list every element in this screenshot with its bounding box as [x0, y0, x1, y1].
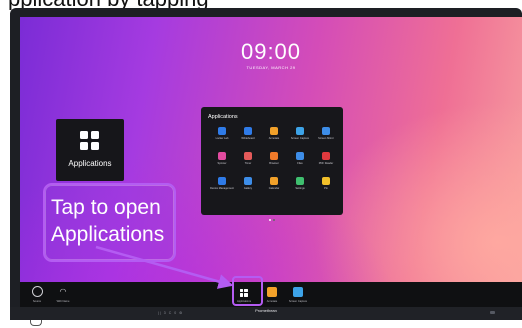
mirror-icon: [322, 127, 330, 135]
app-item-label: Spinner: [217, 162, 227, 165]
app-item-label: Settings: [295, 187, 305, 190]
app-item[interactable]: Screen Mirror: [313, 127, 339, 149]
display-bottom-bezel: || 3 C 0 ⚙ Promethean: [10, 307, 522, 324]
applications-panel-title: Applications: [208, 114, 238, 120]
app-item-label: PDF Reader: [318, 162, 334, 165]
callout-line-2: Applications: [51, 223, 165, 246]
spinner-icon: [218, 152, 226, 160]
applications-shortcut-label: Applications: [68, 159, 112, 168]
timer-icon: [244, 152, 252, 160]
stand-mark: [30, 320, 42, 326]
app-item-label: Whiteboard: [241, 137, 255, 140]
annotate-icon: [267, 287, 277, 297]
clock-date: TUESDAY, MARCH 29: [246, 65, 296, 70]
applications-panel: Applications Locker Lab Whiteboard Annotat…: [201, 107, 343, 221]
whiteboard-icon: [244, 127, 252, 135]
gallery-icon: [244, 177, 252, 185]
app-item-label: Pin: [324, 187, 328, 190]
app-item-label: Annotate: [268, 137, 280, 140]
page-footer: [0, 320, 522, 328]
taskbar-wifi-label: WiFi Name: [56, 300, 70, 303]
taskbar-annotate-button[interactable]: Annotate: [262, 285, 282, 305]
device-icon: [218, 177, 226, 185]
files-icon: [296, 152, 304, 160]
page-indicator[interactable]: [201, 208, 343, 226]
app-item-label: Gallery: [243, 187, 253, 190]
app-item-label: Files: [297, 162, 303, 165]
apps-grid-icon: [80, 131, 100, 151]
clock-time: 09:00: [240, 39, 302, 64]
app-item[interactable]: Annotate: [261, 127, 287, 149]
app-item[interactable]: Spinner: [209, 152, 235, 174]
taskbar-screen-capture-label: Screen Capture: [288, 300, 308, 303]
app-item-label: Locker Lab: [215, 137, 229, 140]
app-item[interactable]: Whiteboard: [235, 127, 261, 149]
app-item-label: Device Management: [210, 187, 234, 190]
applications-button-highlight: [232, 276, 263, 306]
capture-icon: [293, 287, 303, 297]
app-item-label: Screen Mirror: [318, 137, 334, 140]
home-screen: 09:00 TUESDAY, MARCH 29 Applications App…: [20, 17, 522, 282]
app-item[interactable]: Device Management: [209, 177, 235, 199]
app-item-label: Calendar: [268, 187, 280, 190]
app-item-label: Timer: [244, 162, 252, 165]
callout-line-1: Tap to open: [51, 196, 161, 219]
capture-icon: [296, 127, 304, 135]
app-item[interactable]: Screen Capture: [287, 127, 313, 149]
calendar-icon: [270, 177, 278, 185]
browser-icon: [270, 152, 278, 160]
app-item[interactable]: PDF Reader: [313, 152, 339, 174]
page-dot-active[interactable]: [269, 219, 271, 221]
taskbar-wifi[interactable]: ◠ WiFi Name: [53, 285, 73, 305]
app-item[interactable]: Calendar: [261, 177, 287, 199]
taskbar: Source ◠ WiFi Name Applications Annotate…: [20, 282, 522, 307]
app-item[interactable]: Settings: [287, 177, 313, 199]
app-item-label: Screen Capture: [290, 137, 310, 140]
applications-shortcut-tile[interactable]: Applications: [56, 119, 124, 181]
usb-port-icon: [490, 311, 495, 314]
taskbar-source[interactable]: Source: [27, 285, 47, 305]
taskbar-screen-capture-button[interactable]: Screen Capture: [288, 285, 308, 305]
settings-icon: [296, 177, 304, 185]
annotate-icon: [270, 127, 278, 135]
app-item[interactable]: Timer: [235, 152, 261, 174]
pin-icon: [322, 177, 330, 185]
page-dot[interactable]: [273, 219, 275, 221]
app-item[interactable]: Files: [287, 152, 313, 174]
pdf-icon: [322, 152, 330, 160]
wifi-icon: ◠: [59, 287, 67, 296]
app-item[interactable]: Locker Lab: [209, 127, 235, 149]
app-item-label: Browser: [269, 162, 279, 165]
app-item[interactable]: Browser: [261, 152, 287, 174]
front-panel-buttons[interactable]: [246, 311, 306, 324]
tap-to-open-callout: Tap to open Applications: [43, 183, 176, 262]
globe-icon: [218, 127, 226, 135]
app-item[interactable]: Pin: [313, 177, 339, 199]
user-icon: [32, 286, 43, 297]
app-item[interactable]: Gallery: [235, 177, 261, 199]
